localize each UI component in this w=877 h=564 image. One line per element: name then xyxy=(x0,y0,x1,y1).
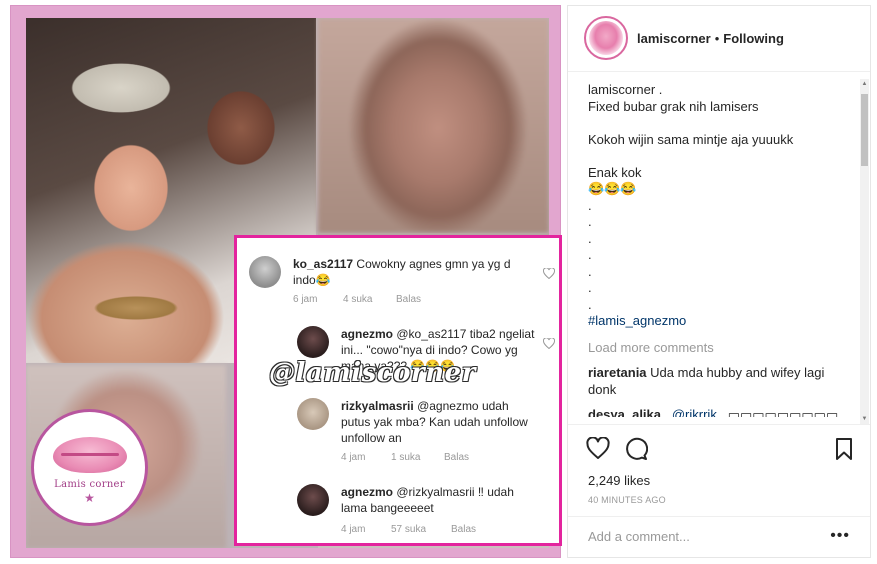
caption-line xyxy=(588,148,854,165)
post-sidebar: lamiscorner • Following lamiscorner . Fixe… xyxy=(567,5,871,558)
comment-username[interactable]: riaretania xyxy=(588,365,647,380)
caption-line: . xyxy=(588,263,592,279)
blurred-photo-top xyxy=(318,18,549,233)
comment-reply: Balas xyxy=(444,452,470,463)
scrollbar-thumb[interactable] xyxy=(861,94,868,166)
more-options-icon[interactable]: ••• xyxy=(830,527,850,545)
embedded-comment-meta: 4 jam 57 suka Balas xyxy=(341,524,476,535)
comment-icon[interactable] xyxy=(624,437,649,461)
caption-line: Kokoh wijin sama mintje aja yuuukk xyxy=(588,131,794,147)
embedded-comment-screenshot: ko_as2117 Cowokny agnes gmn ya yg d indo… xyxy=(234,235,562,546)
embedded-comment-text: rizkyalmasrii @agnezmo udah putus yak mb… xyxy=(341,398,536,446)
caption-line: . xyxy=(588,280,592,295)
caption-line: Enak kok xyxy=(588,164,642,180)
add-comment-bar: ••• xyxy=(568,516,870,559)
add-comment-input[interactable] xyxy=(588,529,828,544)
comment-username: agnezmo xyxy=(341,327,394,341)
profile-avatar[interactable] xyxy=(584,16,628,60)
comment-item: desya_alika_ @rikrrik_ ▭▭▭▭▭▭▭▭▭ xyxy=(588,407,854,417)
caption-line: Fixed bubar grak nih lamisers xyxy=(588,98,759,114)
caption-line: . xyxy=(588,197,592,213)
load-more-comments-button[interactable]: Load more comments xyxy=(588,340,854,357)
avatar xyxy=(297,326,329,358)
comment-time: 4 jam xyxy=(341,524,366,535)
caption-line: 😂😂😂 xyxy=(588,181,637,196)
logo-title: Lamis corner xyxy=(54,479,125,490)
comment-likes: 1 suka xyxy=(391,452,421,463)
lamis-corner-logo: Lamis corner ★ xyxy=(31,409,148,526)
caption-text: lamiscorner . Fixed bubar grak nih lamis… xyxy=(588,82,854,330)
embedded-comment-text: ko_as2117 Cowokny agnes gmn ya yg d indo… xyxy=(293,256,533,288)
post-image[interactable]: Lamis corner ★ ko_as2117 Cowokny agnes g… xyxy=(10,5,562,558)
likes-count[interactable]: 2,249 likes xyxy=(588,473,650,488)
caption-line: . xyxy=(588,214,592,229)
heart-outline-icon xyxy=(542,266,556,280)
comment-mention[interactable]: @rikrrik_ xyxy=(672,407,724,417)
comment-username[interactable]: desya_alika_ xyxy=(588,407,668,417)
comment-reply: Balas xyxy=(396,294,422,305)
lips-logo-icon xyxy=(52,437,127,473)
scrollbar[interactable]: ▲ ▼ xyxy=(860,79,869,424)
caption-line: . xyxy=(588,296,592,312)
watermark-text: @lamiscorner xyxy=(269,358,476,388)
comment-username: rizkyalmasrii xyxy=(341,399,414,413)
comment-item: riaretania Uda mda hubby and wifey lagi … xyxy=(588,365,854,398)
bookmark-icon[interactable] xyxy=(832,437,856,461)
avatar xyxy=(297,398,329,430)
caption-line: . xyxy=(588,230,592,246)
comment-username: agnezmo xyxy=(341,485,394,499)
avatar xyxy=(249,256,281,288)
scroll-down-arrow-icon[interactable]: ▼ xyxy=(861,415,868,423)
lips-logo-icon xyxy=(589,21,623,55)
heart-outline-icon xyxy=(542,336,556,350)
post-timestamp[interactable]: 40 MINUTES AGO xyxy=(588,495,666,505)
header-user: lamiscorner • Following xyxy=(637,31,784,46)
comment-time: 6 jam xyxy=(293,294,318,305)
avatar xyxy=(297,484,329,516)
post-header: lamiscorner • Following xyxy=(568,6,870,72)
embedded-comment-meta: 4 jam 1 suka Balas xyxy=(341,452,469,463)
logo-star-icon: ★ xyxy=(84,491,95,505)
embedded-comment-text: agnezmo @rizkyalmasrii ‼ udah lama bange… xyxy=(341,484,541,516)
comment-likes: 4 suka xyxy=(343,294,373,305)
caption-line: . xyxy=(588,247,592,262)
caption-line: lamiscorner . xyxy=(588,82,663,97)
comment-text: ▭▭▭▭▭▭▭▭▭ xyxy=(727,407,839,417)
caption-scroll-area[interactable]: lamiscorner . Fixed bubar grak nih lamis… xyxy=(588,82,854,417)
comment-reply: Balas xyxy=(451,524,477,535)
separator: • xyxy=(714,31,720,46)
username-link[interactable]: lamiscorner xyxy=(637,31,711,46)
following-button[interactable]: Following xyxy=(723,31,784,46)
comment-username: ko_as2117 xyxy=(293,257,354,271)
comment-time: 4 jam xyxy=(341,452,366,463)
hashtag-link[interactable]: #lamis_agnezmo xyxy=(588,313,854,330)
heart-icon[interactable] xyxy=(586,436,610,461)
scroll-up-arrow-icon[interactable]: ▲ xyxy=(861,80,868,88)
comment-likes: 57 suka xyxy=(391,524,427,535)
caption-line xyxy=(588,115,854,132)
embedded-comment-meta: 6 jam 4 suka Balas xyxy=(293,294,421,305)
